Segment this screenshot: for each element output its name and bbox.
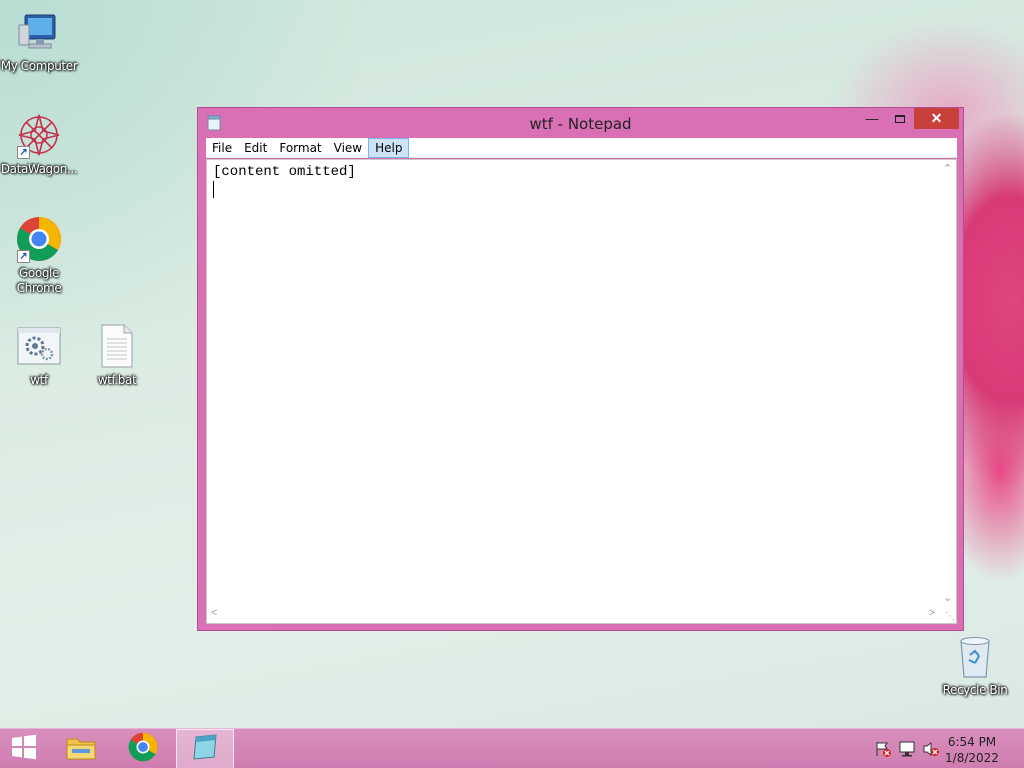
minimize-icon: —	[865, 111, 879, 126]
desktop-icon-label: Recycle Bin	[942, 683, 1008, 697]
close-icon: ✕	[930, 110, 943, 126]
scroll-down-icon[interactable]: ⌄	[943, 591, 952, 604]
desktop-icon-label: My Computer	[0, 59, 78, 73]
menu-edit[interactable]: Edit	[238, 138, 273, 158]
menu-format[interactable]: Format	[273, 138, 327, 158]
scroll-left-icon[interactable]: <	[211, 607, 217, 619]
datawagon-icon: ↗	[15, 111, 63, 159]
desktop-icon-wtf[interactable]: wtf	[0, 322, 79, 388]
desktop-icon-recycle-bin[interactable]: Recycle Bin	[935, 632, 1015, 698]
shortcut-arrow-icon: ↗	[17, 146, 30, 159]
desktop-icon-label: wtf.bat	[97, 373, 137, 387]
computer-icon	[15, 8, 63, 56]
taskbar: 6:54 PM 1/8/2022	[0, 728, 1024, 768]
desktop-icon-google-chrome[interactable]: ↗ Google Chrome	[0, 215, 79, 296]
desktop-icon-my-computer[interactable]: My Computer	[0, 8, 79, 74]
text-editor[interactable]: [content omitted] ⌃ ⌄ < > ⋱	[206, 159, 957, 624]
desktop-icon-label: DataWagon...	[0, 162, 78, 176]
text-file-icon	[93, 322, 141, 370]
folder-icon	[65, 733, 97, 766]
action-center-flag-icon[interactable]	[874, 741, 892, 757]
scroll-up-icon[interactable]: ⌃	[943, 162, 952, 175]
resize-grip-icon[interactable]: ⋱	[945, 611, 955, 622]
window-title: wtf - Notepad	[529, 115, 632, 133]
chrome-icon	[128, 732, 158, 767]
shortcut-arrow-icon: ↗	[17, 250, 30, 263]
start-button[interactable]	[0, 729, 48, 768]
taskbar-google-chrome[interactable]	[114, 729, 172, 768]
text-caret	[213, 181, 214, 198]
maximize-button[interactable]	[887, 108, 913, 129]
volume-muted-icon[interactable]	[922, 741, 940, 757]
menu-help[interactable]: Help	[368, 137, 410, 158]
desktop-icon-wtf-bat[interactable]: wtf.bat	[77, 322, 157, 388]
chrome-icon: ↗	[15, 215, 63, 263]
windows-logo-icon	[11, 734, 37, 765]
taskbar-notepad[interactable]	[176, 729, 234, 768]
taskbar-file-explorer[interactable]	[52, 729, 110, 768]
notepad-window[interactable]: wtf - Notepad — ✕ File Edit Format View …	[197, 107, 964, 631]
title-bar[interactable]: wtf - Notepad — ✕	[198, 108, 963, 137]
horizontal-scrollbar[interactable]: < >	[207, 606, 939, 623]
clock-date: 1/8/2022	[945, 751, 999, 765]
scroll-right-icon[interactable]: >	[929, 607, 935, 619]
vertical-scrollbar[interactable]: ⌃ ⌄	[939, 160, 956, 606]
close-button[interactable]: ✕	[914, 108, 959, 129]
recycle-bin-icon	[951, 632, 999, 680]
minimize-button[interactable]: —	[858, 108, 886, 129]
menu-bar: File Edit Format View Help	[206, 137, 957, 158]
notepad-icon	[190, 733, 220, 766]
desktop-icon-label: Google Chrome	[16, 266, 62, 295]
clock-time: 6:54 PM	[947, 735, 997, 749]
desktop-icon-label: wtf	[30, 373, 48, 387]
maximize-icon	[895, 114, 905, 123]
taskbar-clock[interactable]: 6:54 PM 1/8/2022	[942, 734, 1002, 766]
desktop-icon-datawagon[interactable]: ↗ DataWagon...	[0, 111, 79, 177]
network-icon[interactable]	[898, 741, 916, 757]
settings-file-icon	[15, 322, 63, 370]
menu-view[interactable]: View	[328, 138, 368, 158]
menu-file[interactable]: File	[206, 138, 238, 158]
document-text[interactable]: [content omitted]	[213, 163, 936, 603]
